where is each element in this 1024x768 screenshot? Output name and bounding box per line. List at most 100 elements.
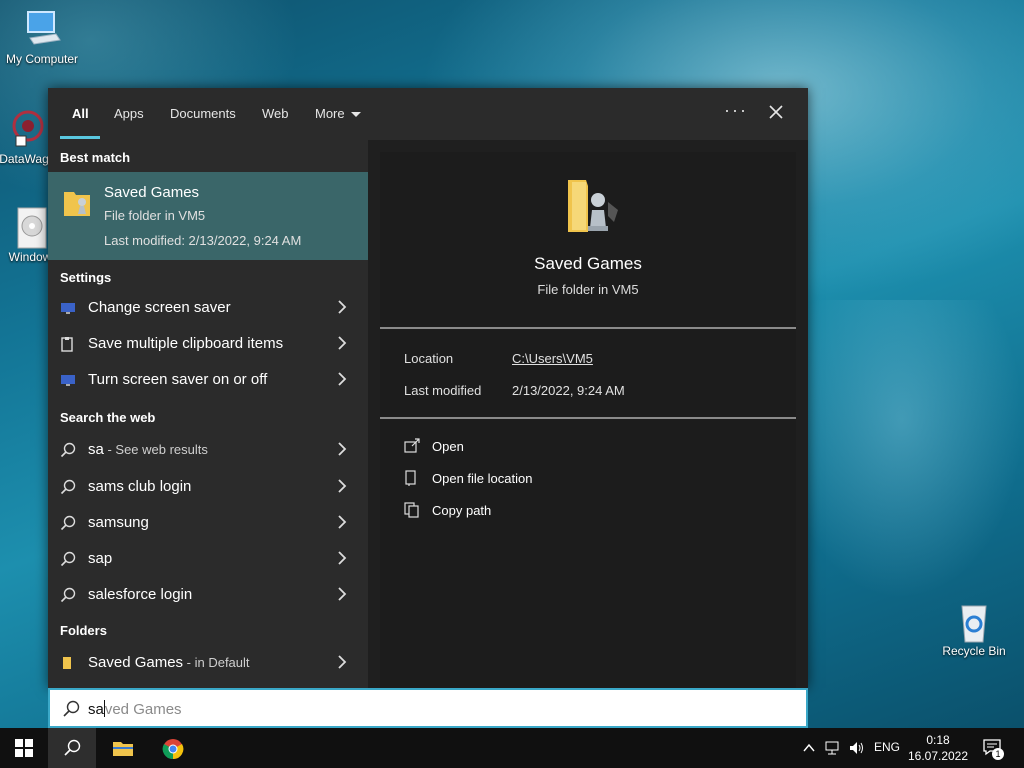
search-autocomplete-hint: ved Games	[104, 701, 182, 718]
preview-pane: Saved Games File folder in VM5 Location …	[380, 152, 796, 688]
preview-type: File folder in VM5	[537, 282, 639, 297]
wallpaper-wave	[780, 300, 1024, 600]
desktop-icon-recycle-bin[interactable]: Recycle Bin	[932, 600, 1016, 658]
recycle-bin-icon	[954, 600, 994, 643]
divider	[380, 417, 796, 419]
open-action[interactable]: Open	[404, 436, 604, 460]
web-item[interactable]: sap	[48, 541, 368, 577]
tab-apps[interactable]: Apps	[114, 106, 144, 121]
open-icon	[404, 438, 420, 453]
web-item-label: sap	[88, 550, 113, 567]
best-match-type: File folder in VM5	[104, 208, 206, 223]
start-button[interactable]	[0, 728, 48, 768]
modified-label: Last modified	[404, 383, 482, 398]
folder-icon	[62, 186, 92, 218]
search-typed-text: sa	[88, 701, 104, 718]
search-icon	[60, 551, 76, 567]
settings-item-change-screen-saver[interactable]: Change screen saver	[48, 290, 368, 326]
web-item[interactable]: sams club login	[48, 469, 368, 505]
section-settings: Settings	[60, 270, 112, 285]
more-options-button[interactable]: ···	[724, 100, 748, 121]
best-match-modified: Last modified: 2/13/2022, 9:24 AM	[104, 233, 302, 248]
action-label: Copy path	[432, 503, 492, 518]
clock[interactable]: 0:18 16.07.2022	[906, 732, 970, 764]
search-icon	[64, 739, 81, 756]
location-link[interactable]: C:\Users\VM5	[512, 351, 593, 366]
tab-all[interactable]: All	[72, 106, 89, 121]
notification-badge: 1	[992, 748, 1004, 760]
web-item[interactable]: samsung	[48, 505, 368, 541]
search-input[interactable]: saved Games	[48, 688, 808, 728]
folder-icon	[564, 176, 620, 236]
settings-item-turn-screen-saver[interactable]: Turn screen saver on or off	[48, 362, 368, 398]
modified-value: 2/13/2022, 9:24 AM	[512, 383, 625, 398]
desktop-icon-label: DataWag	[0, 152, 49, 166]
folder-item[interactable]: Saved Games - in Default	[48, 645, 368, 681]
chevron-right-icon	[338, 300, 347, 314]
tab-documents[interactable]: Documents	[170, 106, 236, 121]
folder-item-name: Saved Games	[88, 654, 184, 671]
best-match-item[interactable]: Saved Games File folder in VM5 Last modi…	[48, 172, 368, 260]
search-icon	[60, 442, 76, 458]
web-item[interactable]: sa - See web results	[48, 432, 368, 468]
folder-icon	[63, 657, 71, 669]
settings-item-label: Save multiple clipboard items	[88, 335, 284, 352]
divider	[380, 327, 796, 329]
web-item-label: samsung	[88, 514, 149, 531]
desktop-icon-my-computer[interactable]: My Computer	[0, 8, 84, 66]
active-tab-indicator	[60, 136, 100, 139]
action-label: Open file location	[432, 471, 533, 486]
chevron-up-icon[interactable]	[802, 742, 816, 754]
search-icon	[60, 587, 76, 603]
chevron-right-icon	[338, 479, 347, 493]
desktop-icon-label: Recycle Bin	[942, 644, 1006, 658]
settings-item-label: Change screen saver	[88, 299, 231, 316]
web-item-query: sa	[88, 441, 104, 458]
volume-icon[interactable]	[848, 740, 866, 756]
action-label: Open	[432, 439, 464, 454]
location-label: Location	[404, 351, 454, 366]
file-explorer-button[interactable]	[98, 728, 146, 768]
folder-item-suffix: - in Default	[183, 655, 250, 670]
search-icon	[60, 479, 76, 495]
folder-icon	[113, 742, 133, 756]
web-item-label: sa - See web results	[88, 441, 208, 458]
notification-center-button[interactable]: 1	[982, 738, 1006, 760]
desktop-icon-label: My Computer	[5, 52, 79, 66]
chevron-right-icon	[338, 372, 347, 386]
section-best-match: Best match	[60, 150, 131, 165]
copy-icon	[404, 502, 419, 518]
close-icon	[769, 105, 783, 119]
web-item[interactable]: salesforce login	[48, 577, 368, 613]
best-match-title: Saved Games	[104, 184, 200, 201]
web-item-label: sams club login	[88, 478, 192, 495]
language-indicator[interactable]: ENG	[874, 740, 900, 754]
web-item-label: salesforce login	[88, 586, 193, 603]
clock-date: 16.07.2022	[907, 749, 969, 763]
chevron-down-icon	[350, 112, 361, 118]
tab-more[interactable]: More	[315, 106, 361, 121]
open-file-location-action[interactable]: Open file location	[404, 468, 604, 492]
chevron-right-icon	[338, 655, 347, 669]
chevron-right-icon	[338, 336, 347, 350]
search-panel: All Apps Documents Web More ··· Best mat…	[48, 88, 808, 688]
tab-web[interactable]: Web	[262, 106, 289, 121]
section-search-web: Search the web	[60, 410, 156, 425]
chevron-right-icon	[338, 442, 347, 456]
chevron-right-icon	[338, 587, 347, 601]
screen-saver-icon	[61, 303, 75, 314]
clock-time: 0:18	[926, 733, 950, 747]
search-taskbar-button[interactable]	[48, 728, 96, 768]
disc-icon	[10, 206, 50, 249]
search-icon	[63, 700, 80, 717]
close-button[interactable]	[764, 100, 788, 124]
settings-item-label: Turn screen saver on or off	[88, 371, 268, 388]
network-icon[interactable]	[824, 740, 842, 756]
web-item-suffix: - See web results	[103, 442, 208, 457]
clipboard-icon	[61, 337, 73, 352]
chrome-button[interactable]	[148, 728, 196, 768]
section-folders: Folders	[60, 623, 107, 638]
settings-item-clipboard[interactable]: Save multiple clipboard items	[48, 326, 368, 362]
copy-path-action[interactable]: Copy path	[404, 500, 604, 524]
preview-title: Saved Games	[534, 254, 642, 273]
